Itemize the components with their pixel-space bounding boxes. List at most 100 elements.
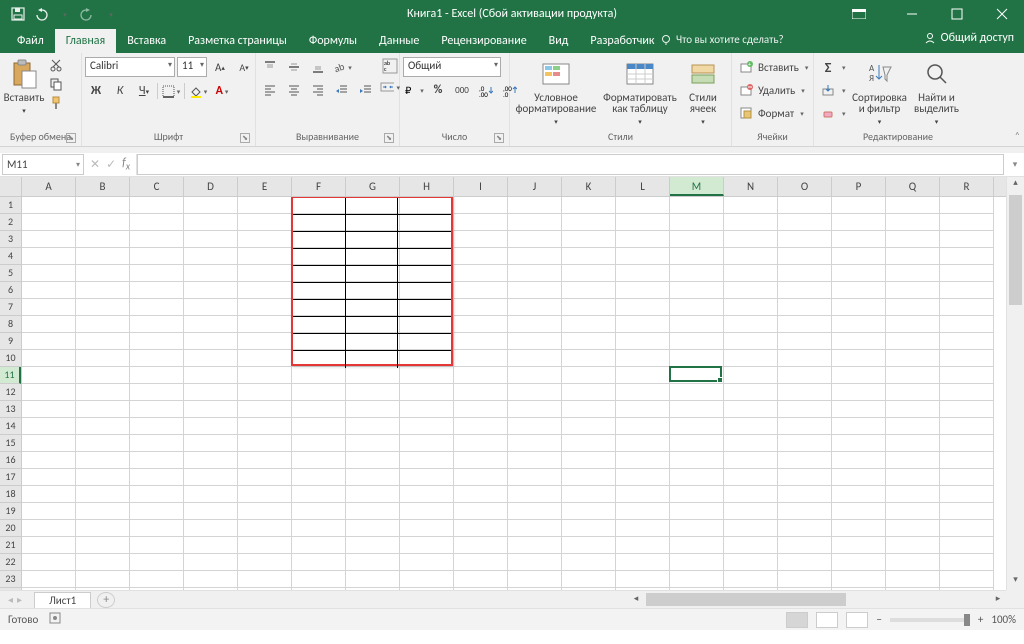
font-size-combo[interactable]: 11 <box>177 57 207 77</box>
tab-insert[interactable]: Вставка <box>116 29 177 53</box>
tab-formulas[interactable]: Формулы <box>298 29 368 53</box>
tab-page-layout[interactable]: Разметка страницы <box>177 29 298 53</box>
format-painter-button[interactable] <box>47 94 65 112</box>
zoom-in-button[interactable]: + <box>978 613 983 626</box>
align-top-button[interactable] <box>259 57 281 77</box>
merge-button[interactable] <box>379 77 401 97</box>
clipboard-dialog-launcher[interactable]: ⬊ <box>66 133 76 143</box>
delete-cells-button[interactable]: Удалить <box>735 79 811 101</box>
tab-review[interactable]: Рецензирование <box>430 29 537 53</box>
decrease-font-button[interactable]: A▾ <box>233 57 255 77</box>
col-header-P[interactable]: P <box>832 177 886 196</box>
format-as-table-button[interactable]: Форматировать как таблицу▾ <box>601 56 679 129</box>
orientation-button[interactable]: ab <box>331 57 353 77</box>
col-header-C[interactable]: C <box>130 177 184 196</box>
col-header-I[interactable]: I <box>454 177 508 196</box>
format-cells-button[interactable]: Формат <box>735 102 811 124</box>
fill-color-button[interactable] <box>187 81 209 101</box>
bold-button[interactable]: Ж <box>85 81 107 101</box>
cells-area[interactable] <box>22 197 1006 590</box>
row-header-18[interactable]: 18 <box>0 486 21 503</box>
cut-button[interactable] <box>47 56 65 74</box>
row-header-21[interactable]: 21 <box>0 537 21 554</box>
align-left-button[interactable] <box>259 80 281 100</box>
row-header-4[interactable]: 4 <box>0 248 21 265</box>
number-dialog-launcher[interactable]: ⬊ <box>494 133 504 143</box>
select-all-corner[interactable] <box>0 177 22 197</box>
row-header-7[interactable]: 7 <box>0 299 21 316</box>
expand-formula-bar[interactable]: ▾ <box>1006 153 1024 176</box>
cancel-formula-button[interactable]: ✕ <box>90 157 100 172</box>
row-header-20[interactable]: 20 <box>0 520 21 537</box>
page-layout-view-button[interactable] <box>816 612 838 628</box>
v-scroll-thumb[interactable] <box>1009 195 1022 305</box>
row-header-22[interactable]: 22 <box>0 554 21 571</box>
font-color-button[interactable]: A <box>211 81 233 101</box>
formula-input[interactable] <box>137 154 1004 175</box>
tab-file[interactable]: Файл <box>6 29 55 53</box>
row-header-13[interactable]: 13 <box>0 401 21 418</box>
col-header-N[interactable]: N <box>724 177 778 196</box>
paste-button[interactable]: Вставить ▾ <box>3 56 45 118</box>
minimize-button[interactable] <box>889 0 934 28</box>
macro-record-icon[interactable] <box>48 611 62 628</box>
name-box[interactable]: M11 <box>2 154 84 175</box>
scroll-up-arrow[interactable]: ▴ <box>1007 177 1024 193</box>
tab-data[interactable]: Данные <box>368 29 430 53</box>
clear-button[interactable] <box>817 102 849 124</box>
collapse-ribbon-button[interactable]: ˄ <box>1015 129 1020 142</box>
row-header-10[interactable]: 10 <box>0 350 21 367</box>
find-select-button[interactable]: Найти и выделить▾ <box>911 56 963 129</box>
borders-button[interactable] <box>160 81 182 101</box>
col-header-H[interactable]: H <box>400 177 454 196</box>
font-name-combo[interactable]: Calibri <box>85 57 175 77</box>
decrease-indent-button[interactable] <box>331 80 353 100</box>
col-header-Q[interactable]: Q <box>886 177 940 196</box>
undo-icon[interactable] <box>33 6 49 22</box>
accounting-format-button[interactable]: ₽ <box>403 80 425 100</box>
tell-me-search[interactable]: Что вы хотите сделать? <box>660 33 784 46</box>
zoom-out-button[interactable]: − <box>876 613 881 626</box>
zoom-slider[interactable] <box>890 618 970 622</box>
row-header-2[interactable]: 2 <box>0 214 21 231</box>
increase-decimal-button[interactable]: ,0,00 <box>475 80 497 100</box>
scroll-right-arrow[interactable]: ▸ <box>990 591 1006 608</box>
row-header-3[interactable]: 3 <box>0 231 21 248</box>
col-header-O[interactable]: O <box>778 177 832 196</box>
comma-button[interactable]: 000 <box>451 80 473 100</box>
align-right-button[interactable] <box>307 80 329 100</box>
percent-button[interactable]: % <box>427 80 449 100</box>
align-bottom-button[interactable] <box>307 57 329 77</box>
tab-view[interactable]: Вид <box>538 29 580 53</box>
row-header-19[interactable]: 19 <box>0 503 21 520</box>
column-headers[interactable]: ABCDEFGHIJKLMNOPQR <box>22 177 1006 197</box>
row-header-16[interactable]: 16 <box>0 452 21 469</box>
autosum-button[interactable]: Σ <box>817 56 849 78</box>
row-header-8[interactable]: 8 <box>0 316 21 333</box>
save-icon[interactable] <box>10 6 26 22</box>
font-dialog-launcher[interactable]: ⬊ <box>240 133 250 143</box>
col-header-F[interactable]: F <box>292 177 346 196</box>
fx-icon[interactable]: fx <box>122 156 130 172</box>
underline-button[interactable]: Ч▾ <box>133 81 155 101</box>
normal-view-button[interactable] <box>786 612 808 628</box>
wrap-text-button[interactable]: abc <box>379 56 401 76</box>
close-button[interactable] <box>979 0 1024 28</box>
horizontal-scrollbar[interactable]: ◂ ▸ <box>628 590 1006 608</box>
align-middle-button[interactable] <box>283 57 305 77</box>
row-header-6[interactable]: 6 <box>0 282 21 299</box>
col-header-L[interactable]: L <box>616 177 670 196</box>
row-header-9[interactable]: 9 <box>0 333 21 350</box>
row-header-15[interactable]: 15 <box>0 435 21 452</box>
col-header-K[interactable]: K <box>562 177 616 196</box>
row-header-12[interactable]: 12 <box>0 384 21 401</box>
vertical-scrollbar[interactable]: ▴ ▾ <box>1006 177 1024 590</box>
zoom-level[interactable]: 100% <box>991 613 1016 626</box>
row-header-23[interactable]: 23 <box>0 571 21 588</box>
col-header-R[interactable]: R <box>940 177 994 196</box>
alignment-dialog-launcher[interactable]: ⬊ <box>384 133 394 143</box>
col-header-D[interactable]: D <box>184 177 238 196</box>
h-scroll-thumb[interactable] <box>646 593 846 606</box>
row-header-11[interactable]: 11 <box>0 367 21 384</box>
redo-icon[interactable] <box>79 6 95 22</box>
